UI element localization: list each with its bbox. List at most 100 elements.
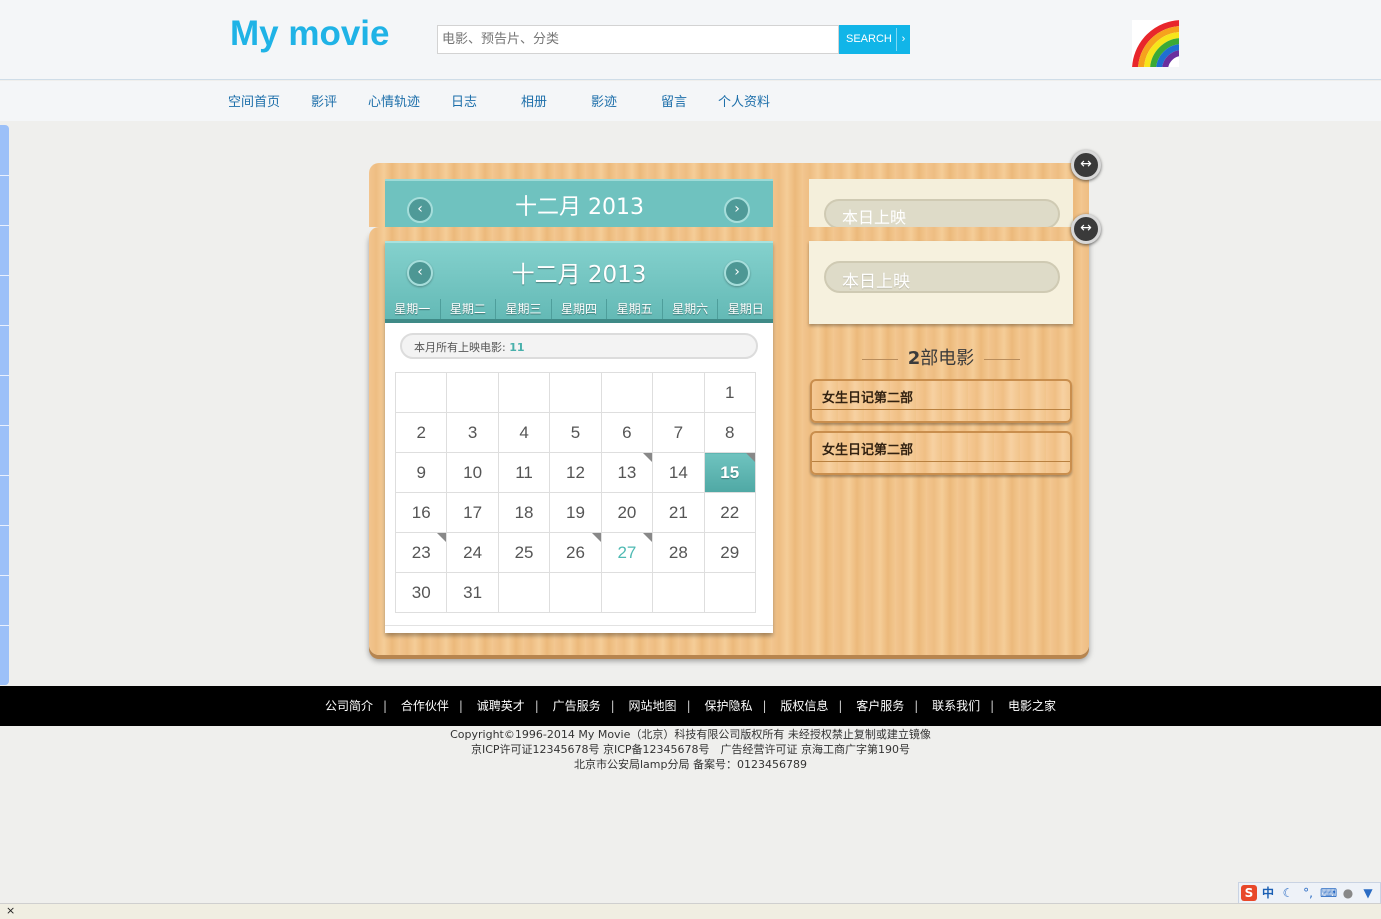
calendar-day-cell[interactable]: 30 (394, 572, 448, 613)
close-icon[interactable]: × (6, 904, 15, 917)
nav-item-album[interactable]: 相册 (521, 91, 547, 110)
calendar-day-cell[interactable]: 29 (703, 532, 757, 573)
footer-link[interactable]: 版权信息 (780, 699, 828, 713)
rainbow-avatar-icon[interactable] (1132, 20, 1179, 67)
calendar-empty-cell (394, 372, 448, 413)
nav-item-guestbook[interactable]: 留言 (661, 91, 687, 110)
calendar-day-cell[interactable]: 5 (549, 412, 602, 453)
release-marker-icon (591, 533, 601, 542)
footer-link[interactable]: 广告服务 (553, 699, 601, 713)
nav-item-blog[interactable]: 日志 (451, 91, 477, 110)
nav-item-profile[interactable]: 个人资料 (718, 91, 770, 110)
day-number: 8 (725, 422, 735, 442)
calendar-day-cell[interactable]: 7 (652, 412, 705, 453)
user-icon[interactable]: ● (1340, 885, 1356, 901)
calendar-day-cell[interactable]: 12 (549, 452, 602, 493)
site-logo[interactable]: My movie (230, 14, 390, 54)
calendar-day-cell[interactable]: 17 (446, 492, 499, 533)
horizontal-arrows-icon[interactable]: ↔ (1071, 150, 1101, 180)
release-marker-icon (746, 453, 755, 462)
next-month-ghost-icon: › (724, 197, 750, 223)
day-number: 30 (411, 582, 431, 602)
calendar-day-cell[interactable]: 15 (703, 452, 757, 493)
nav-item-home[interactable]: 空间首页 (228, 91, 280, 110)
footer-links: 公司简介 | 合作伙伴 | 诚聘英才 | 广告服务 | 网站地图 | 保护隐私 | 版权信息… (0, 686, 1381, 726)
calendar-day-cell[interactable]: 4 (497, 412, 551, 453)
keyboard-icon[interactable]: ⌨ (1320, 885, 1337, 901)
calendar-day-cell[interactable]: 20 (600, 492, 654, 533)
nav-item-movie-trail[interactable]: 影迹 (591, 91, 617, 110)
prev-month-icon[interactable]: ‹ (407, 260, 433, 286)
calendar-day-cell[interactable]: 21 (652, 492, 705, 533)
footer-link[interactable]: 联系我们 (932, 699, 980, 713)
horizontal-arrows-icon[interactable]: ↔ (1071, 214, 1101, 244)
day-number: 5 (570, 422, 581, 442)
footer-link[interactable]: 保护隐私 (704, 699, 752, 713)
day-number: 7 (673, 422, 684, 442)
calendar-day-cell[interactable]: 3 (446, 412, 499, 453)
movie-card[interactable]: 女生日记第二部 (810, 431, 1072, 475)
calendar-day-cell[interactable]: 13 (600, 452, 654, 493)
calendar-day-cell[interactable]: 9 (394, 452, 448, 493)
calendar-day-cell[interactable]: 25 (497, 532, 551, 573)
calendar-week-row: 9 10 11 12 13 14 15 (394, 452, 757, 493)
search-input[interactable] (437, 25, 839, 54)
calendar-day-cell[interactable]: 28 (652, 532, 705, 573)
calendar-day-cell[interactable]: 24 (446, 532, 499, 573)
calendar-day-cell[interactable]: 27 (600, 532, 654, 573)
calendar-day-cell[interactable]: 1 (703, 372, 757, 413)
nav-item-reviews[interactable]: 影评 (311, 91, 337, 110)
calendar-day-cell[interactable]: 8 (703, 412, 757, 453)
calendar-day-cell[interactable]: 11 (497, 452, 551, 493)
calendar-day-cell[interactable]: 26 (549, 532, 602, 573)
divider (984, 358, 1021, 360)
calendar-day-cell[interactable]: 22 (703, 492, 757, 533)
day-number: 19 (566, 502, 585, 522)
calendar-day-cell[interactable]: 31 (446, 572, 499, 613)
ime-punct-icon[interactable]: °, (1300, 885, 1316, 901)
side-tab-strip[interactable] (0, 125, 9, 685)
next-month-icon[interactable]: › (724, 260, 750, 286)
search-button-label: SEARCH (846, 33, 892, 45)
footer-separator: | (534, 699, 539, 713)
board-ghost: ‹ 十二月 2013 › 本日上映 (369, 163, 1089, 227)
calendar-week-row: 2 3 4 5 6 7 8 (394, 412, 757, 453)
calendar-week-row: 30 31 (394, 572, 757, 613)
day-number: 18 (514, 502, 534, 522)
calendar-day-cell[interactable]: 6 (600, 412, 654, 453)
moon-icon[interactable]: ☾ (1280, 885, 1296, 901)
footer-link[interactable]: 合作伙伴 (401, 699, 449, 713)
calendar-empty-cell (549, 572, 602, 613)
calendar-day-cell[interactable]: 16 (394, 492, 448, 533)
footer-link[interactable]: 网站地图 (629, 699, 677, 713)
shirt-icon[interactable]: ▼ (1360, 885, 1376, 901)
footer-link[interactable]: 诚聘英才 (477, 699, 525, 713)
calendar-grid: 1 2 3 4 5 6 7 8 9 10 11 12 13 14 15 16 17 18 19 20 21 22 23 24 2… (394, 372, 757, 613)
calendar-day-cell[interactable]: 2 (394, 412, 448, 453)
copyright-line: 京ICP许可证12345678号 京ICP备12345678号 广告经营许可证 … (470, 743, 911, 756)
footer-link[interactable]: 客户服务 (856, 699, 904, 713)
day-number: 24 (463, 542, 483, 562)
calendar-day-cell[interactable]: 10 (446, 452, 499, 493)
weekday-label: 星期日 (727, 302, 764, 316)
chevron-right-icon: › (896, 28, 910, 51)
calendar-day-cell[interactable]: 19 (549, 492, 602, 533)
calendar-week-row: 23 24 25 26 27 28 29 (394, 532, 757, 573)
footer-link[interactable]: 公司简介 (325, 699, 373, 713)
calendar-empty-cell (652, 572, 705, 613)
ime-logo-icon[interactable]: S (1241, 885, 1257, 901)
search-button[interactable]: SEARCH › (839, 25, 910, 54)
footer-separator: | (383, 699, 388, 713)
copyright: Copyright©1996-2014 My Movie（北京）科技有限公司版权… (0, 727, 1381, 772)
day-number: 20 (617, 502, 637, 522)
today-paper: 本日上映 (809, 241, 1073, 324)
ime-toolbar[interactable]: S 中 ☾ °, ⌨ ● ▼ (1238, 882, 1381, 904)
movie-count-number: 2 (907, 348, 921, 369)
footer-link[interactable]: 电影之家 (1008, 699, 1056, 713)
calendar-day-cell[interactable]: 18 (497, 492, 551, 533)
calendar-day-cell[interactable]: 23 (394, 532, 448, 573)
nav-item-mood[interactable]: 心情轨迹 (368, 91, 420, 110)
movie-card[interactable]: 女生日记第二部 (810, 379, 1072, 423)
ime-mode-icon[interactable]: 中 (1260, 885, 1276, 901)
calendar-day-cell[interactable]: 14 (652, 452, 705, 493)
